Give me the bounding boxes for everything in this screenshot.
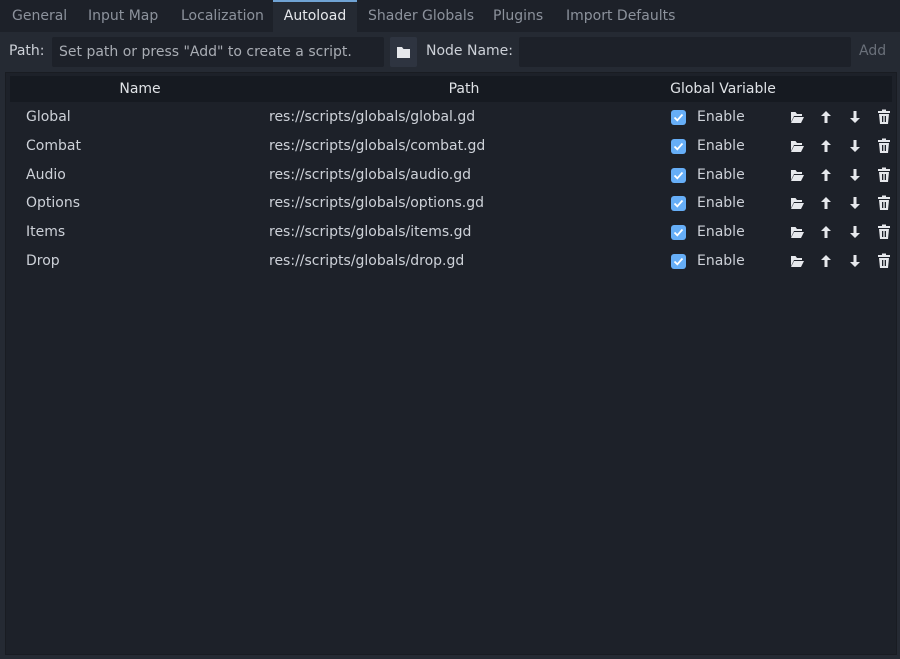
folder-open-icon[interactable] <box>789 253 805 269</box>
tab-input-map[interactable]: Input Map <box>88 0 158 32</box>
table-header: Name Path Global Variable <box>10 76 892 102</box>
remove-icon[interactable] <box>876 195 892 211</box>
remove-icon[interactable] <box>876 138 892 154</box>
folder-icon <box>397 46 410 58</box>
autoload-path: res://scripts/globals/global.gd <box>269 109 476 125</box>
move-up-icon[interactable] <box>818 224 834 240</box>
table-row[interactable]: Audio res://scripts/globals/audio.gd Enabl… <box>10 161 892 190</box>
global-variable-checkbox[interactable] <box>671 138 686 154</box>
move-down-icon[interactable] <box>847 138 863 154</box>
check-icon <box>673 200 684 208</box>
table-row[interactable]: Options res://scripts/globals/options.gd E… <box>10 189 892 218</box>
autoload-name[interactable]: Drop <box>26 247 60 276</box>
tab-bar: General Input Map Localization Autoload … <box>0 0 900 32</box>
folder-open-icon[interactable] <box>789 167 805 183</box>
remove-icon[interactable] <box>876 167 892 183</box>
tab-localization[interactable]: Localization <box>181 0 264 32</box>
check-icon <box>673 142 684 151</box>
folder-open-icon[interactable] <box>789 195 805 211</box>
enable-label[interactable]: Enable <box>697 189 745 218</box>
path-label: Path: <box>9 43 45 59</box>
remove-icon[interactable] <box>876 224 892 240</box>
autoload-name[interactable]: Combat <box>26 132 81 161</box>
enable-label[interactable]: Enable <box>697 161 745 190</box>
autoload-path: res://scripts/globals/audio.gd <box>269 166 472 183</box>
global-variable-checkbox[interactable] <box>671 196 686 212</box>
move-down-icon[interactable] <box>847 167 863 183</box>
move-up-icon[interactable] <box>818 253 834 269</box>
path-input[interactable]: Set path or press "Add" to create a scri… <box>52 37 384 67</box>
folder-open-icon[interactable] <box>789 138 805 154</box>
move-up-icon[interactable] <box>818 138 834 154</box>
enable-label[interactable]: Enable <box>697 247 745 276</box>
browse-button[interactable] <box>390 37 417 67</box>
autoload-path: res://scripts/globals/combat.gd <box>269 137 486 154</box>
node-name-label: Node Name: <box>426 43 514 59</box>
column-header-global-variable: Global Variable <box>670 81 776 97</box>
move-down-icon[interactable] <box>847 109 863 125</box>
remove-icon[interactable] <box>876 253 892 269</box>
autoload-name[interactable]: Audio <box>26 161 66 190</box>
autoload-name[interactable]: Options <box>26 189 80 218</box>
global-variable-checkbox[interactable] <box>671 254 686 269</box>
check-icon <box>673 229 684 237</box>
move-up-icon[interactable] <box>818 167 834 183</box>
table-row[interactable]: Global res://scripts/globals/global.gd Ena… <box>10 103 892 132</box>
tab-shader-globals[interactable]: Shader Globals <box>368 0 474 32</box>
node-name-input[interactable] <box>519 37 851 67</box>
add-button[interactable]: Add <box>859 43 886 59</box>
column-header-path: Path <box>448 81 480 97</box>
global-variable-checkbox[interactable] <box>671 225 686 241</box>
enable-label[interactable]: Enable <box>697 132 745 161</box>
check-icon <box>673 113 684 122</box>
table-row[interactable]: Drop res://scripts/globals/drop.gd Enable <box>10 247 892 276</box>
column-header-name: Name <box>119 81 161 97</box>
tab-import-defaults[interactable]: Import Defaults <box>566 0 675 32</box>
tab-general[interactable]: General <box>12 0 67 32</box>
autoload-path: res://scripts/globals/items.gd <box>269 224 472 241</box>
remove-icon[interactable] <box>876 109 892 125</box>
tab-autoload[interactable]: Autoload <box>273 0 357 32</box>
move-down-icon[interactable] <box>847 195 863 211</box>
enable-label[interactable]: Enable <box>697 218 745 247</box>
move-down-icon[interactable] <box>847 253 863 269</box>
autoload-name[interactable]: Global <box>26 103 71 132</box>
enable-label[interactable]: Enable <box>697 103 745 132</box>
autoload-table: Name Path Global Variable Global res://sc… <box>5 72 897 655</box>
check-icon <box>673 171 684 180</box>
global-variable-checkbox[interactable] <box>671 110 686 125</box>
autoload-path: res://scripts/globals/drop.gd <box>269 253 465 269</box>
tab-plugins[interactable]: Plugins <box>493 0 543 32</box>
move-up-icon[interactable] <box>818 109 834 125</box>
move-down-icon[interactable] <box>847 224 863 240</box>
autoload-name[interactable]: Items <box>26 218 65 247</box>
table-row[interactable]: Combat res://scripts/globals/combat.gd Ena… <box>10 132 892 161</box>
table-row[interactable]: Items res://scripts/globals/items.gd Enabl… <box>10 218 892 247</box>
autoload-path: res://scripts/globals/options.gd <box>269 195 485 212</box>
global-variable-checkbox[interactable] <box>671 167 686 183</box>
move-up-icon[interactable] <box>818 195 834 211</box>
folder-open-icon[interactable] <box>789 109 805 125</box>
check-icon <box>673 257 684 266</box>
folder-open-icon[interactable] <box>789 224 805 240</box>
